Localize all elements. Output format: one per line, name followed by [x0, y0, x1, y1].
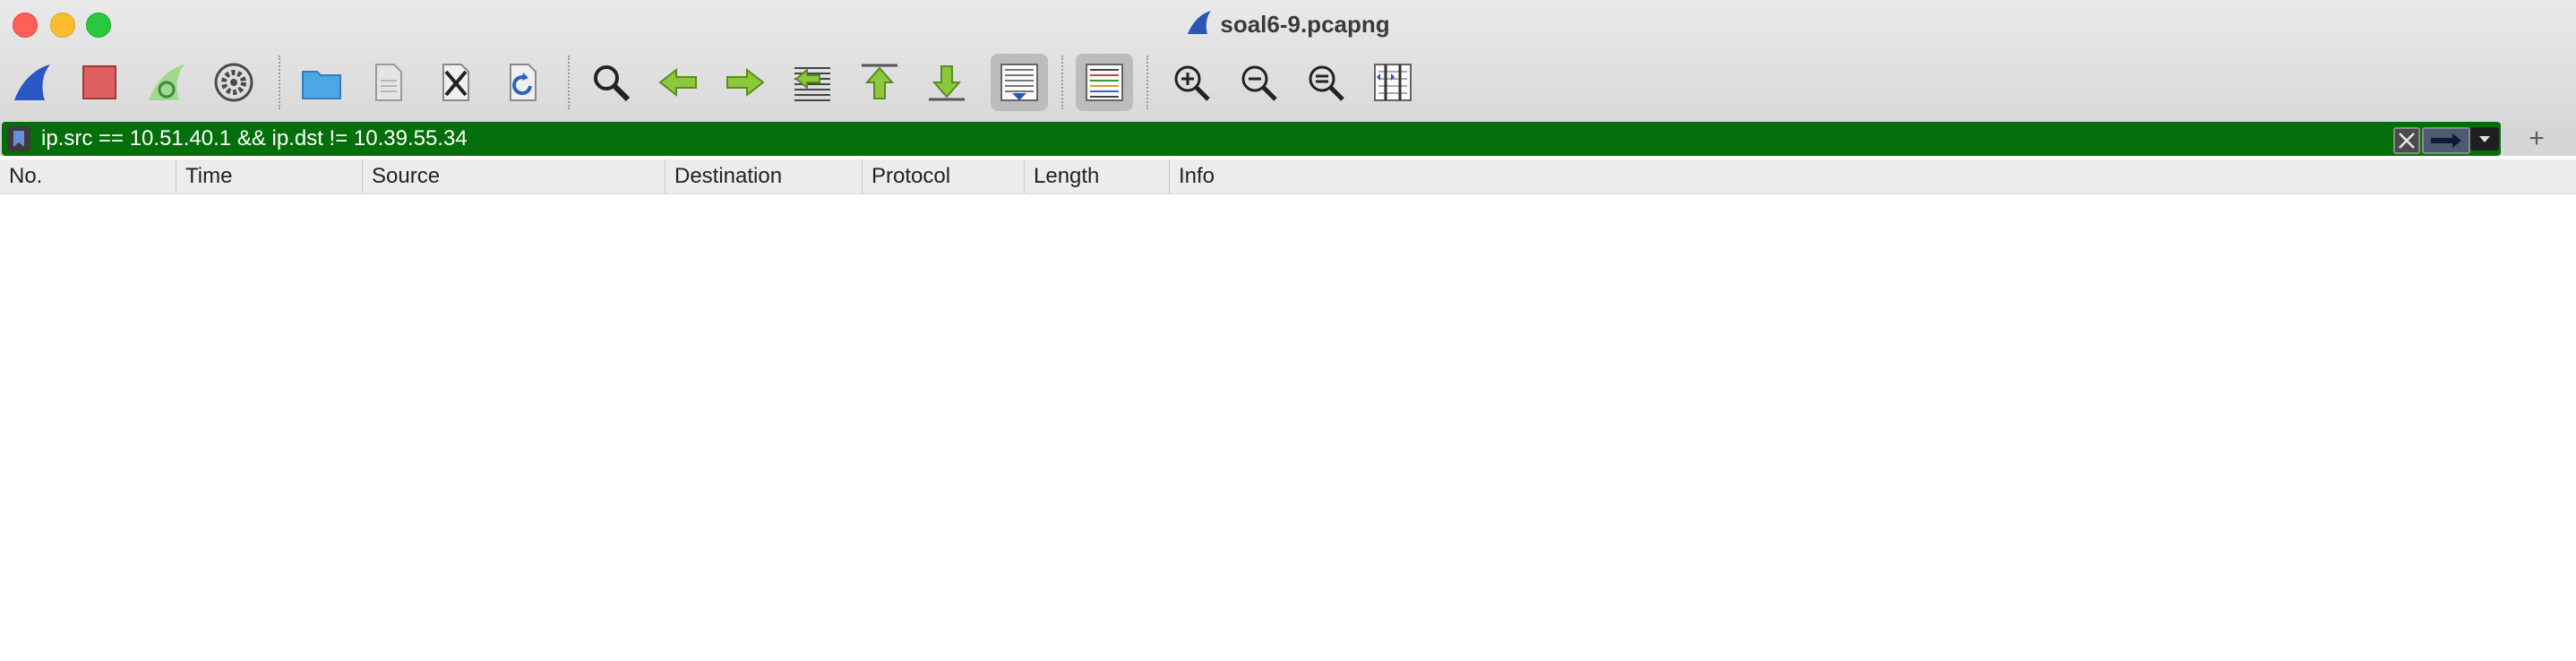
window-title: soal6-9.pcapng [1220, 11, 1390, 38]
packet-list-header: No. Time Source Destination Protocol Len… [0, 159, 2576, 194]
autoscroll-button[interactable] [991, 54, 1048, 111]
shark-fin-icon [14, 64, 50, 100]
autoscroll-icon [1000, 64, 1038, 101]
display-filter-bar: ip.src == 10.51.40.1 && ip.dst != 10.39.… [0, 122, 2576, 156]
close-icon [2399, 133, 2415, 149]
go-back-button[interactable] [649, 54, 707, 111]
colorize-icon [1086, 64, 1123, 101]
start-capture-button[interactable] [4, 54, 61, 111]
column-header-source[interactable]: Source [362, 159, 665, 193]
arrow-right-icon [726, 67, 765, 98]
bookmark-icon[interactable] [7, 126, 30, 151]
zoom-in-button[interactable] [1163, 54, 1220, 111]
arrow-right-icon [2431, 133, 2461, 148]
go-to-packet-button[interactable] [784, 54, 841, 111]
stop-capture-button[interactable] [71, 54, 128, 111]
chevron-down-icon [2479, 136, 2490, 142]
apply-filter-button[interactable] [2422, 127, 2470, 154]
arrow-down-bar-icon [929, 65, 965, 101]
reload-file-button[interactable] [494, 54, 552, 111]
column-header-time[interactable]: Time [176, 159, 362, 193]
add-filter-button[interactable]: + [2519, 122, 2555, 156]
display-filter-input[interactable]: ip.src == 10.51.40.1 && ip.dst != 10.39.… [2, 122, 2501, 156]
go-forward-button[interactable] [717, 54, 774, 111]
packet-list-pane[interactable] [0, 194, 2576, 661]
colorize-button[interactable] [1076, 54, 1133, 111]
zoom-out-icon [1241, 65, 1277, 101]
clear-filter-button[interactable] [2393, 127, 2420, 154]
zoom-out-button[interactable] [1230, 54, 1287, 111]
arrow-left-icon [658, 67, 697, 98]
column-header-info[interactable]: Info [1169, 159, 2576, 193]
zoom-normal-button[interactable] [1297, 54, 1354, 111]
column-header-length[interactable]: Length [1024, 159, 1169, 193]
zoom-reset-icon [1309, 65, 1344, 101]
open-file-button[interactable] [293, 54, 350, 111]
resize-columns-icon [1374, 64, 1412, 101]
go-to-packet-icon [794, 67, 830, 101]
column-header-no[interactable]: No. [0, 159, 176, 193]
zoom-in-icon [1174, 65, 1210, 101]
window-title-area: soal6-9.pcapng [0, 9, 2576, 39]
shark-fin-icon [1186, 9, 1213, 43]
find-packet-button[interactable] [582, 54, 640, 111]
title-bar: soal6-9.pcapng [0, 0, 2576, 122]
capture-options-button[interactable] [205, 54, 262, 111]
resize-columns-button[interactable] [1364, 54, 1421, 111]
restart-fin-icon [149, 64, 185, 100]
close-file-icon [442, 64, 469, 101]
filter-history-dropdown[interactable] [2470, 127, 2499, 150]
arrow-up-bar-icon [862, 64, 897, 99]
document-icon [375, 64, 402, 101]
last-packet-button[interactable] [918, 54, 975, 111]
stop-icon [82, 65, 116, 99]
gear-icon [214, 63, 253, 102]
save-file-button[interactable] [360, 54, 417, 111]
restart-capture-button[interactable] [138, 54, 195, 111]
main-toolbar [0, 50, 2576, 118]
close-file-button[interactable] [427, 54, 485, 111]
first-packet-button[interactable] [851, 54, 908, 111]
reload-icon [510, 64, 537, 101]
column-header-destination[interactable]: Destination [665, 159, 862, 193]
column-header-protocol[interactable]: Protocol [862, 159, 1024, 193]
magnifier-icon [594, 65, 631, 102]
folder-icon [302, 71, 341, 99]
filter-expression[interactable]: ip.src == 10.51.40.1 && ip.dst != 10.39.… [41, 122, 468, 156]
